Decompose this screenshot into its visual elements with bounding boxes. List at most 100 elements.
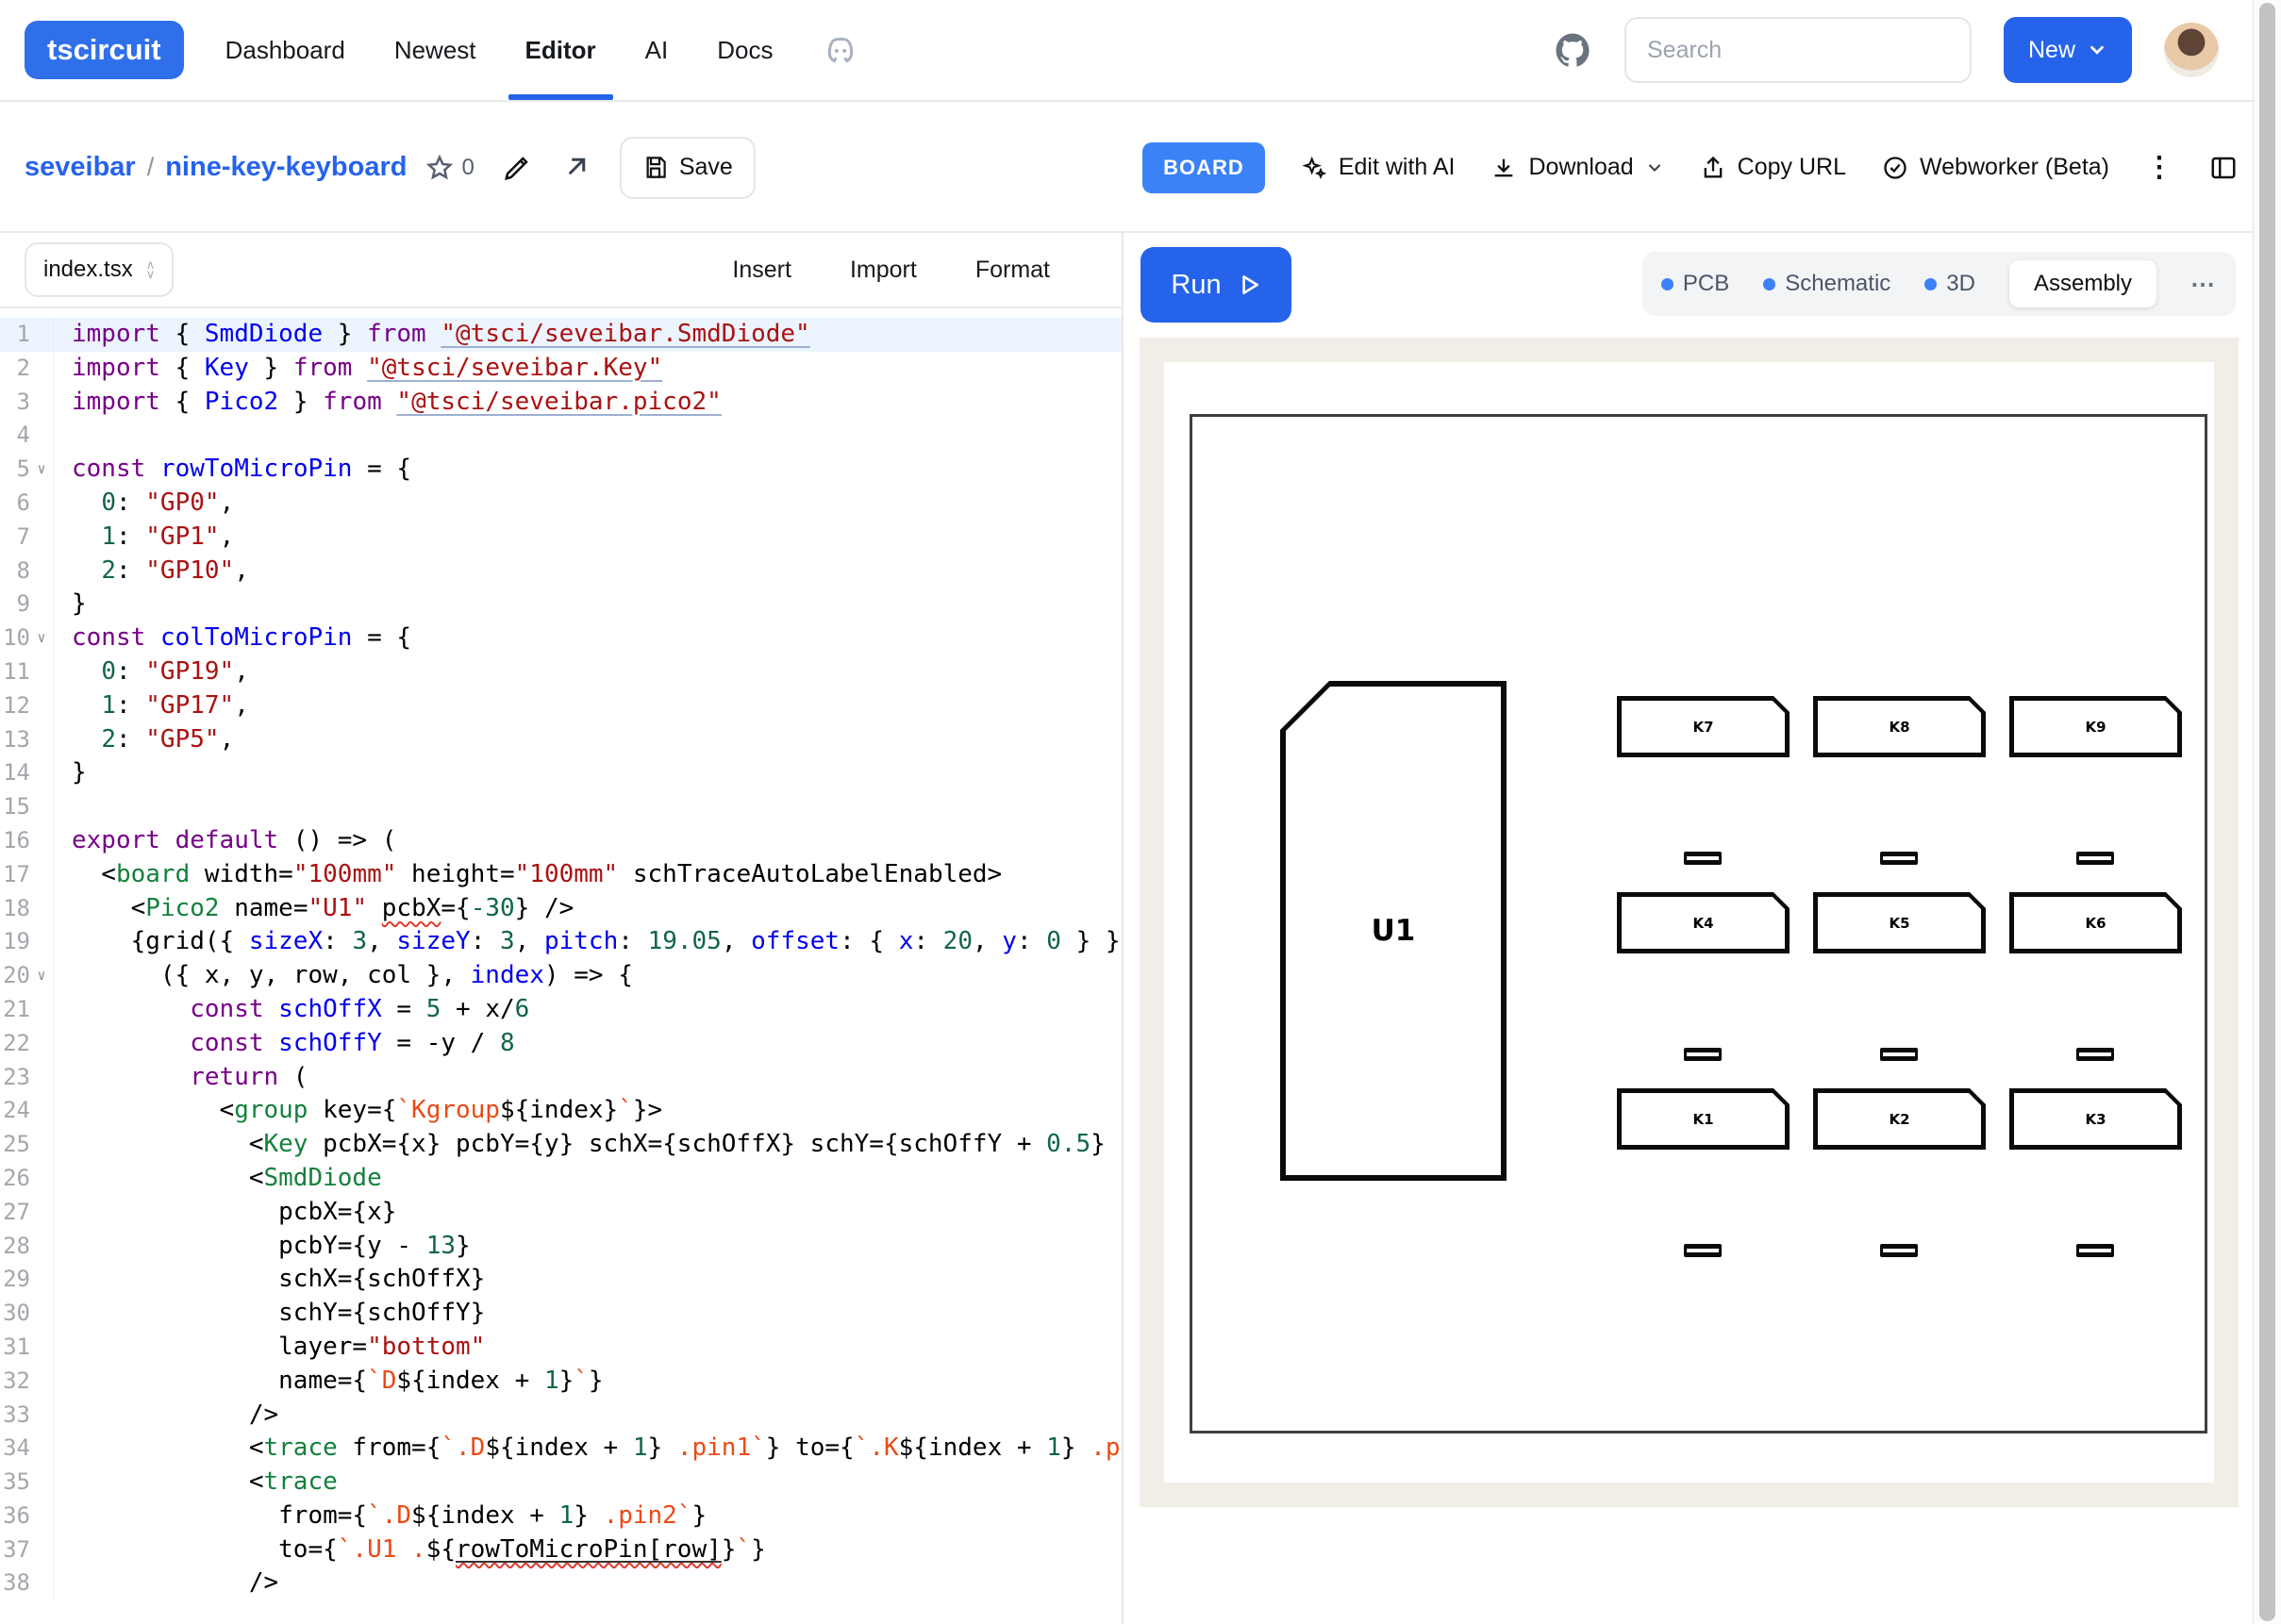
code-line[interactable]: 6 0: "GP0", xyxy=(0,487,1122,521)
tab-assembly[interactable]: Assembly xyxy=(2009,260,2156,307)
diode-component[interactable] xyxy=(2076,1048,2114,1061)
tab-schematic[interactable]: Schematic xyxy=(1763,271,1890,297)
panel-layout-icon[interactable] xyxy=(2209,154,2238,182)
file-selector[interactable]: index.tsx ∧∨ xyxy=(25,242,174,297)
code-line[interactable]: 21 const schOffX = 5 + x/6 xyxy=(0,993,1122,1027)
diode-component[interactable] xyxy=(1684,852,1722,865)
run-button[interactable]: Run xyxy=(1140,247,1291,323)
diode-component[interactable] xyxy=(1880,1048,1918,1061)
diode-component[interactable] xyxy=(1880,852,1918,865)
fold-arrow-icon[interactable]: ∨ xyxy=(30,453,53,487)
diode-component[interactable] xyxy=(1684,1048,1722,1061)
code-area[interactable]: 1import { SmdDiode } from "@tsci/seveiba… xyxy=(0,310,1122,1624)
code-line[interactable]: 17 <board width="100mm" height="100mm" s… xyxy=(0,858,1122,892)
key-k4[interactable]: K4 xyxy=(1617,892,1790,953)
github-icon[interactable] xyxy=(1553,30,1592,70)
diode-component[interactable] xyxy=(1880,1244,1918,1257)
fold-arrow-icon xyxy=(30,790,53,824)
tabs-more-button[interactable]: ⋯ xyxy=(2190,270,2217,299)
tab-pcb[interactable]: PCB xyxy=(1661,271,1729,297)
user-avatar[interactable] xyxy=(2164,23,2219,77)
fold-arrow-icon[interactable]: ∨ xyxy=(30,959,53,993)
code-line[interactable]: 9} xyxy=(0,588,1122,621)
code-line[interactable]: 18 <Pico2 name="U1" pcbX={-30} /> xyxy=(0,892,1122,926)
code-line[interactable]: 29 schX={schOffX} xyxy=(0,1263,1122,1297)
editor-menu-import[interactable]: Import xyxy=(850,257,917,284)
download-button[interactable]: Download xyxy=(1490,154,1663,181)
tab-3d[interactable]: 3D xyxy=(1924,271,1975,297)
key-k8[interactable]: K8 xyxy=(1813,696,1986,757)
page-scrollbar[interactable] xyxy=(2253,0,2281,1624)
code-line[interactable]: 31 layer="bottom" xyxy=(0,1331,1122,1365)
code-line[interactable]: 36 from={`.D${index + 1} .pin2`} xyxy=(0,1500,1122,1533)
code-line[interactable]: 27 pcbX={x} xyxy=(0,1196,1122,1230)
diode-component[interactable] xyxy=(2076,852,2114,865)
code-line[interactable]: 19 {grid({ sizeX: 3, sizeY: 3, pitch: 19… xyxy=(0,925,1122,959)
code-line[interactable]: 24 <group key={`Kgroup${index}`}> xyxy=(0,1094,1122,1128)
scrollbar-thumb[interactable] xyxy=(2259,3,2275,1621)
code-line[interactable]: 3import { Pico2 } from "@tsci/seveibar.p… xyxy=(0,386,1122,420)
key-k1[interactable]: K1 xyxy=(1617,1088,1790,1150)
code-line[interactable]: 8 2: "GP10", xyxy=(0,555,1122,588)
code-line[interactable]: 37 to={`.U1 .${rowToMicroPin[row]}`} xyxy=(0,1533,1122,1567)
nav-item-newest[interactable]: Newest xyxy=(394,0,476,100)
copy-url-button[interactable]: Copy URL xyxy=(1700,154,1846,181)
discord-icon[interactable] xyxy=(822,0,859,100)
save-button[interactable]: Save xyxy=(620,137,756,199)
code-line[interactable]: 13 2: "GP5", xyxy=(0,723,1122,757)
edit-with-ai-button[interactable]: Edit with AI xyxy=(1301,154,1456,181)
code-line[interactable]: 14} xyxy=(0,756,1122,790)
code-line[interactable]: 35 <trace xyxy=(0,1466,1122,1500)
code-line-content: pcbY={y - 13} xyxy=(53,1230,1122,1264)
code-line[interactable]: 5∨const rowToMicroPin = { xyxy=(0,453,1122,487)
code-line[interactable]: 2import { Key } from "@tsci/seveibar.Key… xyxy=(0,352,1122,386)
code-line[interactable]: 38 /> xyxy=(0,1566,1122,1600)
component-u1[interactable]: U1 xyxy=(1280,681,1507,1181)
key-k7[interactable]: K7 xyxy=(1617,696,1790,757)
code-line[interactable]: 7 1: "GP1", xyxy=(0,521,1122,555)
code-line[interactable]: 1import { SmdDiode } from "@tsci/seveiba… xyxy=(0,318,1122,352)
tscircuit-logo[interactable]: tscircuit xyxy=(25,21,184,79)
nav-item-dashboard[interactable]: Dashboard xyxy=(225,0,345,100)
nav-item-editor[interactable]: Editor xyxy=(525,0,596,100)
open-external-icon[interactable] xyxy=(561,154,590,182)
rename-pencil-icon[interactable] xyxy=(503,154,531,182)
fold-arrow-icon[interactable]: ∨ xyxy=(30,621,53,655)
webworker-toggle[interactable]: Webworker (Beta) xyxy=(1882,154,2109,181)
code-line[interactable]: 20∨ ({ x, y, row, col }, index) => { xyxy=(0,959,1122,993)
code-line[interactable]: 25 <Key pcbX={x} pcbY={y} schX={schOffX}… xyxy=(0,1128,1122,1162)
key-k6[interactable]: K6 xyxy=(2009,892,2182,953)
code-line[interactable]: 15 xyxy=(0,790,1122,824)
editor-menu-format[interactable]: Format xyxy=(975,257,1050,284)
key-k5[interactable]: K5 xyxy=(1813,892,1986,953)
code-line[interactable]: 12 1: "GP17", xyxy=(0,689,1122,723)
board-badge[interactable]: BOARD xyxy=(1142,142,1265,193)
nav-item-docs[interactable]: Docs xyxy=(717,0,773,100)
key-k3[interactable]: K3 xyxy=(2009,1088,2182,1150)
code-line[interactable]: 32 name={`D${index + 1}`} xyxy=(0,1365,1122,1399)
diode-component[interactable] xyxy=(1684,1244,1722,1257)
code-line[interactable]: 4 xyxy=(0,419,1122,453)
project-owner-link[interactable]: seveibar xyxy=(25,152,136,183)
code-line[interactable]: 16export default () => ( xyxy=(0,824,1122,858)
code-line[interactable]: 33 /> xyxy=(0,1399,1122,1433)
code-line[interactable]: 30 schY={schOffY} xyxy=(0,1297,1122,1331)
code-line[interactable]: 22 const schOffY = -y / 8 xyxy=(0,1027,1122,1061)
new-button[interactable]: New xyxy=(2004,17,2132,83)
code-line[interactable]: 23 return ( xyxy=(0,1061,1122,1095)
star-count[interactable]: 0 xyxy=(425,154,474,182)
code-line[interactable]: 10∨const colToMicroPin = { xyxy=(0,621,1122,655)
search-input[interactable] xyxy=(1624,17,1972,83)
assembly-canvas[interactable]: U1 K7 K8 K9 K4 K5 K6 K1 K2 K3 xyxy=(1140,338,2239,1507)
kebab-menu-icon[interactable]: ⋮ xyxy=(2145,151,2173,184)
code-line[interactable]: 28 pcbY={y - 13} xyxy=(0,1230,1122,1264)
code-line[interactable]: 26 <SmdDiode xyxy=(0,1162,1122,1196)
project-name-link[interactable]: nine-key-keyboard xyxy=(165,152,407,183)
key-k9[interactable]: K9 xyxy=(2009,696,2182,757)
key-k2[interactable]: K2 xyxy=(1813,1088,1986,1150)
nav-item-ai[interactable]: AI xyxy=(645,0,669,100)
code-line[interactable]: 11 0: "GP19", xyxy=(0,655,1122,689)
diode-component[interactable] xyxy=(2076,1244,2114,1257)
code-line[interactable]: 34 <trace from={`.D${index + 1} .pin1`} … xyxy=(0,1432,1122,1466)
editor-menu-insert[interactable]: Insert xyxy=(732,257,791,284)
